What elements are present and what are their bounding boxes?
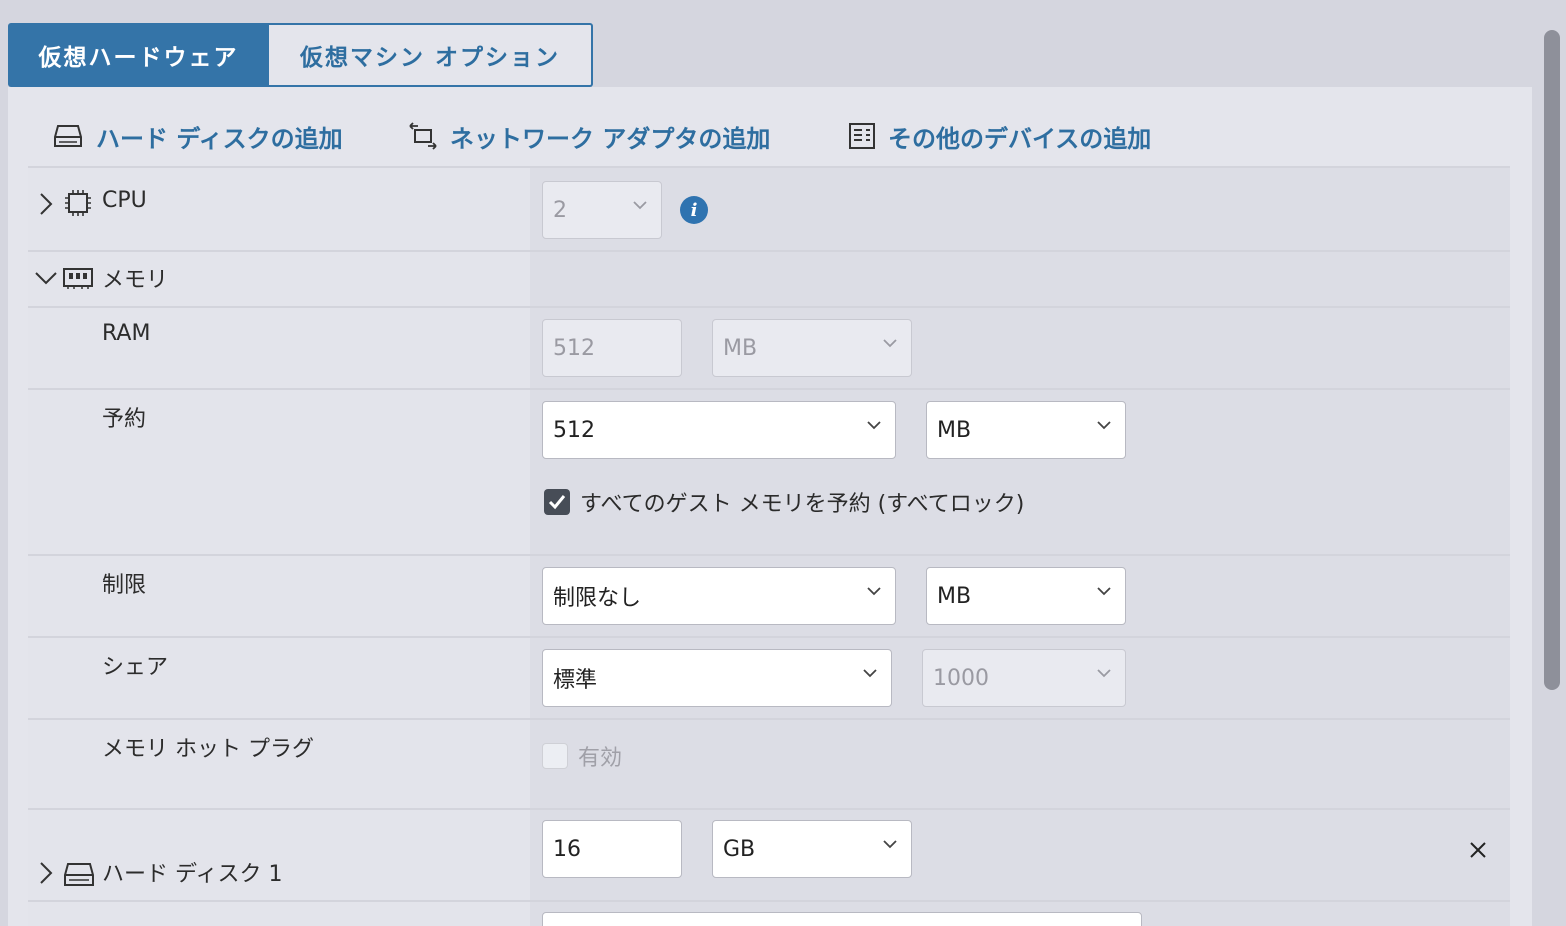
memory-icon <box>63 268 93 289</box>
add-other-device-button[interactable]: その他のデバイスの追加 <box>848 119 1151 154</box>
add-hard-disk-label: ハード ディスクの追加 <box>96 124 343 153</box>
scrollbar[interactable] <box>1544 30 1560 926</box>
network-adapter-icon <box>409 122 437 150</box>
ram-input[interactable]: 512 <box>542 319 682 377</box>
disk-size-input[interactable]: 16 <box>542 820 682 878</box>
tab-virtual-hardware[interactable]: 仮想ハードウェア <box>8 23 269 87</box>
chevron-right-icon[interactable] <box>38 192 54 216</box>
tab-vm-options[interactable]: 仮想マシン オプション <box>269 23 593 87</box>
reservation-unit-select[interactable]: MB <box>926 401 1126 459</box>
limit-value: 制限なし <box>553 586 642 611</box>
cpu-row: CPU 2 i <box>28 166 1510 250</box>
limit-label: 制限 <box>102 573 147 598</box>
chevron-down-icon[interactable] <box>34 270 58 286</box>
checkmark-icon <box>548 495 566 510</box>
chevron-down-icon <box>1097 669 1111 678</box>
shares-row: シェア 標準 1000 <box>28 636 1510 718</box>
memory-row: メモリ <box>28 250 1510 306</box>
reservation-label: 予約 <box>102 407 147 432</box>
chevron-down-icon <box>1097 587 1111 596</box>
cpu-label: CPU <box>102 188 147 213</box>
hotplug-label: メモリ ホット プラグ <box>102 737 314 762</box>
reservation-value: 512 <box>553 417 595 443</box>
info-icon[interactable]: i <box>680 196 708 224</box>
chevron-right-icon[interactable] <box>38 861 54 885</box>
chevron-down-icon <box>867 421 881 430</box>
reservation-row: 予約 512 MB すべてのゲスト メモリを予約 (すべてロック) <box>28 388 1510 554</box>
add-hard-disk-button[interactable]: ハード ディスクの追加 <box>52 119 343 154</box>
add-network-adapter-label: ネットワーク アダプタの追加 <box>450 124 771 153</box>
next-device-field[interactable] <box>542 912 1142 926</box>
hard-disk-row: ハード ディスク 1 16 GB <box>28 808 1510 900</box>
limit-row: 制限 制限なし MB <box>28 554 1510 636</box>
limit-select[interactable]: 制限なし <box>542 567 896 625</box>
disk-size-value: 16 <box>553 836 581 862</box>
chevron-down-icon <box>867 587 881 596</box>
chevron-down-icon <box>863 669 877 678</box>
limit-unit-value: MB <box>937 583 972 609</box>
reserve-all-label: すべてのゲスト メモリを予約 (すべてロック) <box>580 492 1025 517</box>
chevron-down-icon <box>883 840 897 849</box>
cpu-count-value: 2 <box>553 197 567 223</box>
memory-label: メモリ <box>102 268 169 293</box>
hotplug-row: メモリ ホット プラグ 有効 <box>28 718 1510 808</box>
hotplug-checkbox-row[interactable]: 有効 <box>542 740 622 772</box>
ram-unit-value: MB <box>723 335 758 361</box>
chevron-down-icon <box>883 339 897 348</box>
shares-amount-value: 1000 <box>933 665 989 691</box>
chevron-down-icon <box>633 201 647 210</box>
shares-value: 標準 <box>553 668 598 693</box>
close-icon[interactable] <box>1468 840 1488 860</box>
ram-row: RAM 512 MB <box>28 306 1510 388</box>
disk-unit-select[interactable]: GB <box>712 820 912 878</box>
cpu-icon <box>65 190 91 216</box>
chevron-down-icon <box>1097 421 1111 430</box>
hard-disk-icon <box>54 125 82 147</box>
shares-label: シェア <box>102 655 169 680</box>
reservation-unit-value: MB <box>937 417 972 443</box>
device-icon <box>849 123 875 149</box>
cpu-count-select[interactable]: 2 <box>542 181 662 239</box>
disk-unit-value: GB <box>723 836 756 862</box>
shares-amount-select[interactable]: 1000 <box>922 649 1126 707</box>
add-other-device-label: その他のデバイスの追加 <box>888 124 1152 153</box>
limit-unit-select[interactable]: MB <box>926 567 1126 625</box>
reserve-all-checkbox[interactable] <box>544 489 570 515</box>
next-device-row <box>28 900 1510 926</box>
reserve-all-checkbox-row[interactable]: すべてのゲスト メモリを予約 (すべてロック) <box>544 486 1024 518</box>
add-network-adapter-button[interactable]: ネットワーク アダプタの追加 <box>408 119 770 154</box>
ram-label: RAM <box>102 321 151 346</box>
ram-value: 512 <box>553 335 595 361</box>
hotplug-checkbox[interactable] <box>542 743 568 769</box>
tab-bar: 仮想ハードウェア 仮想マシン オプション <box>8 23 593 87</box>
hotplug-enable-label: 有効 <box>578 746 623 771</box>
hard-disk-icon <box>64 863 94 886</box>
scrollbar-thumb[interactable] <box>1544 30 1560 690</box>
ram-unit-select[interactable]: MB <box>712 319 912 377</box>
hard-disk-label: ハード ディスク 1 <box>102 862 283 887</box>
reservation-select[interactable]: 512 <box>542 401 896 459</box>
shares-select[interactable]: 標準 <box>542 649 892 707</box>
